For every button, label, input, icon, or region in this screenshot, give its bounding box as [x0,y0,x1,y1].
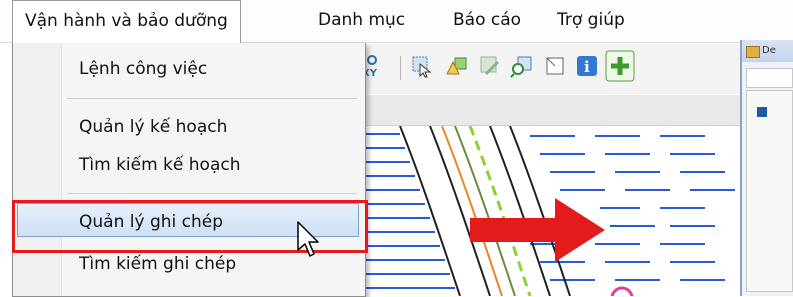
menu-item-quan-ly-ke-hoach[interactable]: Quản lý kế hoạch [79,117,227,137]
menu-separator [67,193,357,194]
menu-tro-giup[interactable]: Trợ giúp [557,10,625,30]
menu-danh-muc[interactable]: Danh mục [318,10,405,30]
dropdown-icon-gutter [13,43,62,296]
side-window[interactable]: De [740,40,793,296]
window-icon [746,46,760,58]
info-icon[interactable]: i [575,54,599,78]
menu-item-tim-kiem-ke-hoach[interactable]: Tìm kiếm kế hoạch [79,155,240,175]
mouse-cursor-icon [297,221,319,257]
svg-text:i: i [584,58,590,76]
add-icon[interactable] [605,50,635,82]
shape-tool-icon[interactable] [445,54,469,78]
red-arrow-annotation [470,198,605,262]
side-window-grid [746,90,793,292]
side-window-header [746,68,793,88]
side-window-title: De [742,40,793,62]
edit-tool-icon[interactable] [478,54,502,78]
window-tool-icon[interactable] [543,54,567,78]
menu-van-hanh-bao-duong[interactable]: Vận hành và bảo dưỡng [12,0,241,44]
row-marker-icon [757,107,767,117]
menu-separator [67,98,357,99]
menu-bar: Vận hành và bảo dưỡng Danh mục Báo cáo T… [0,0,793,44]
select-tool-icon[interactable] [410,54,434,78]
toolbar: XY i [360,44,740,94]
menu-bao-cao[interactable]: Báo cáo [453,10,521,30]
toolbar-separator [400,56,401,80]
menu-item-tim-kiem-ghi-chep[interactable]: Tìm kiếm ghi chép [79,254,236,274]
menu-item-lenh-cong-viec[interactable]: Lệnh công việc [79,59,207,79]
document-tab-strip [360,95,740,126]
zoom-tool-icon[interactable] [510,54,534,78]
